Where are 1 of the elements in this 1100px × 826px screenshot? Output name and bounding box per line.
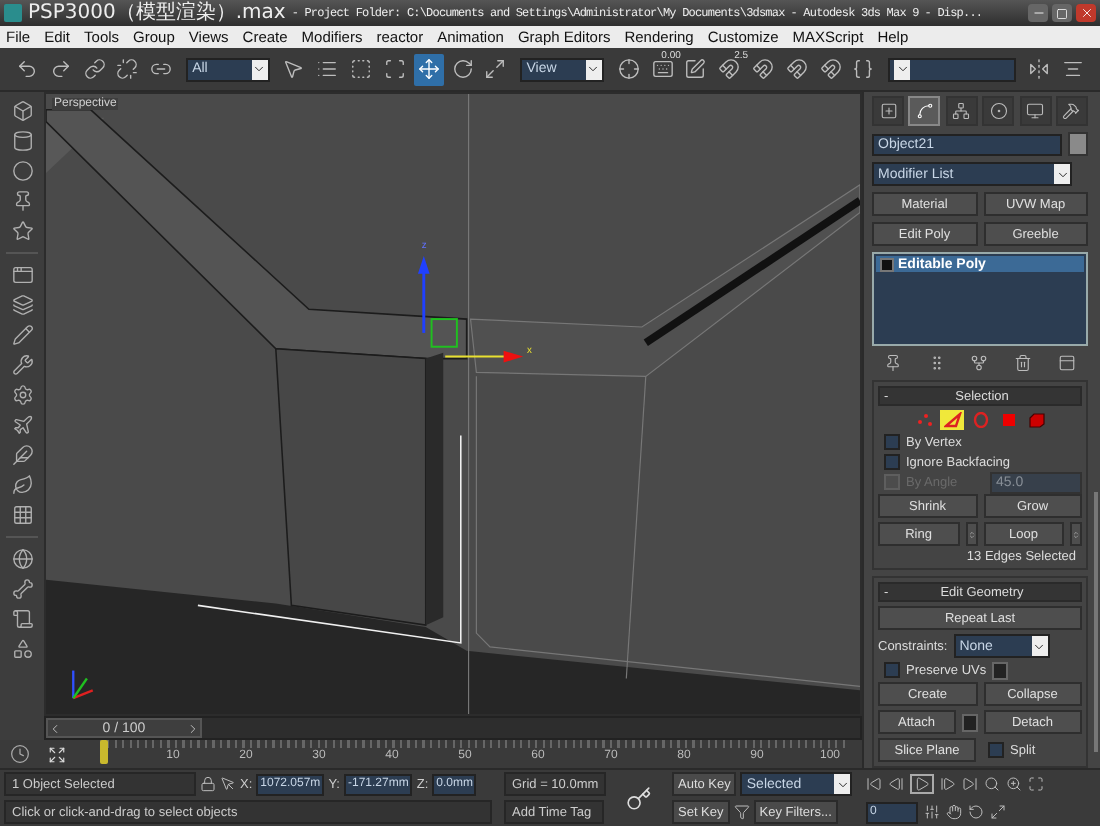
- window-title: PSP3000（模型渲染）.max: [28, 1, 286, 25]
